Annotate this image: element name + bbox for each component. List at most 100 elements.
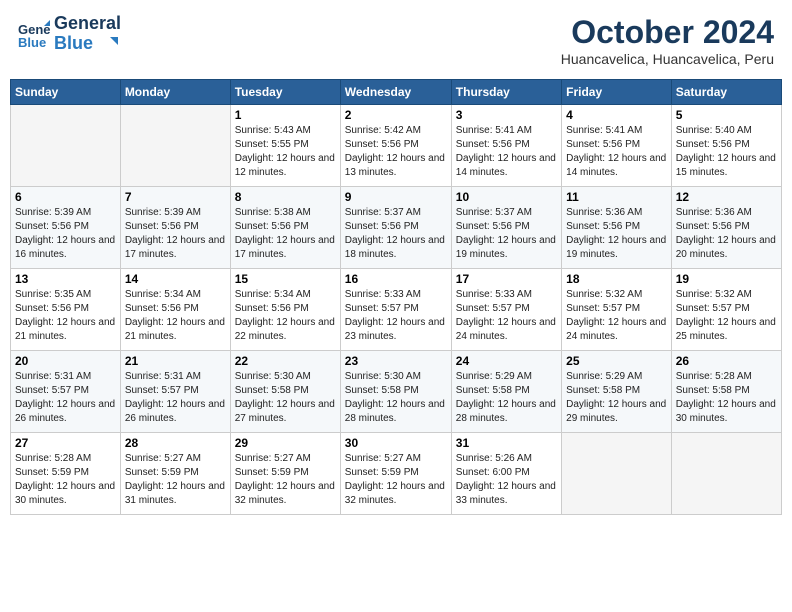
day-number: 23: [345, 354, 447, 368]
calendar-cell: 28 Sunrise: 5:27 AM Sunset: 5:59 PM Dayl…: [120, 433, 230, 515]
calendar-cell: 13 Sunrise: 5:35 AM Sunset: 5:56 PM Dayl…: [11, 269, 121, 351]
location-subtitle: Huancavelica, Huancavelica, Peru: [561, 51, 774, 67]
calendar-cell: 1 Sunrise: 5:43 AM Sunset: 5:55 PM Dayli…: [230, 105, 340, 187]
calendar-cell: 6 Sunrise: 5:39 AM Sunset: 5:56 PM Dayli…: [11, 187, 121, 269]
logo: General Blue General Blue: [18, 14, 121, 54]
day-info: Sunrise: 5:39 AM Sunset: 5:56 PM Dayligh…: [125, 207, 225, 260]
day-info: Sunrise: 5:41 AM Sunset: 5:56 PM Dayligh…: [456, 125, 556, 178]
calendar-cell: 11 Sunrise: 5:36 AM Sunset: 5:56 PM Dayl…: [562, 187, 672, 269]
weekday-header-wednesday: Wednesday: [340, 80, 451, 105]
day-info: Sunrise: 5:28 AM Sunset: 5:59 PM Dayligh…: [15, 453, 115, 506]
calendar-cell: 15 Sunrise: 5:34 AM Sunset: 5:56 PM Dayl…: [230, 269, 340, 351]
logo-blue: Blue: [54, 33, 93, 53]
weekday-header-sunday: Sunday: [11, 80, 121, 105]
day-info: Sunrise: 5:28 AM Sunset: 5:58 PM Dayligh…: [676, 371, 776, 424]
calendar-table: SundayMondayTuesdayWednesdayThursdayFrid…: [10, 79, 782, 515]
weekday-header-saturday: Saturday: [671, 80, 781, 105]
calendar-cell: 27 Sunrise: 5:28 AM Sunset: 5:59 PM Dayl…: [11, 433, 121, 515]
calendar-cell: 17 Sunrise: 5:33 AM Sunset: 5:57 PM Dayl…: [451, 269, 561, 351]
calendar-cell: 9 Sunrise: 5:37 AM Sunset: 5:56 PM Dayli…: [340, 187, 451, 269]
page-header: General Blue General Blue October 2024 H…: [10, 10, 782, 71]
day-info: Sunrise: 5:37 AM Sunset: 5:56 PM Dayligh…: [345, 207, 445, 260]
calendar-cell: 2 Sunrise: 5:42 AM Sunset: 5:56 PM Dayli…: [340, 105, 451, 187]
day-info: Sunrise: 5:32 AM Sunset: 5:57 PM Dayligh…: [676, 289, 776, 342]
calendar-cell: 26 Sunrise: 5:28 AM Sunset: 5:58 PM Dayl…: [671, 351, 781, 433]
day-info: Sunrise: 5:42 AM Sunset: 5:56 PM Dayligh…: [345, 125, 445, 178]
day-number: 11: [566, 190, 667, 204]
day-number: 1: [235, 108, 336, 122]
day-info: Sunrise: 5:31 AM Sunset: 5:57 PM Dayligh…: [125, 371, 225, 424]
calendar-cell: 25 Sunrise: 5:29 AM Sunset: 5:58 PM Dayl…: [562, 351, 672, 433]
calendar-cell: 18 Sunrise: 5:32 AM Sunset: 5:57 PM Dayl…: [562, 269, 672, 351]
day-number: 26: [676, 354, 777, 368]
calendar-cell: 21 Sunrise: 5:31 AM Sunset: 5:57 PM Dayl…: [120, 351, 230, 433]
calendar-cell: 7 Sunrise: 5:39 AM Sunset: 5:56 PM Dayli…: [120, 187, 230, 269]
weekday-header-friday: Friday: [562, 80, 672, 105]
day-info: Sunrise: 5:36 AM Sunset: 5:56 PM Dayligh…: [566, 207, 666, 260]
weekday-header-thursday: Thursday: [451, 80, 561, 105]
logo-wave-icon: [100, 35, 118, 53]
day-number: 15: [235, 272, 336, 286]
day-info: Sunrise: 5:34 AM Sunset: 5:56 PM Dayligh…: [235, 289, 335, 342]
calendar-cell: [11, 105, 121, 187]
calendar-cell: 22 Sunrise: 5:30 AM Sunset: 5:58 PM Dayl…: [230, 351, 340, 433]
calendar-week-row: 20 Sunrise: 5:31 AM Sunset: 5:57 PM Dayl…: [11, 351, 782, 433]
day-number: 30: [345, 436, 447, 450]
day-info: Sunrise: 5:37 AM Sunset: 5:56 PM Dayligh…: [456, 207, 556, 260]
day-number: 22: [235, 354, 336, 368]
day-info: Sunrise: 5:40 AM Sunset: 5:56 PM Dayligh…: [676, 125, 776, 178]
calendar-cell: 30 Sunrise: 5:27 AM Sunset: 5:59 PM Dayl…: [340, 433, 451, 515]
calendar-week-row: 27 Sunrise: 5:28 AM Sunset: 5:59 PM Dayl…: [11, 433, 782, 515]
day-number: 14: [125, 272, 226, 286]
day-number: 24: [456, 354, 557, 368]
day-number: 18: [566, 272, 667, 286]
day-number: 20: [15, 354, 116, 368]
day-number: 12: [676, 190, 777, 204]
day-number: 21: [125, 354, 226, 368]
calendar-cell: 4 Sunrise: 5:41 AM Sunset: 5:56 PM Dayli…: [562, 105, 672, 187]
day-number: 2: [345, 108, 447, 122]
day-info: Sunrise: 5:29 AM Sunset: 5:58 PM Dayligh…: [566, 371, 666, 424]
day-number: 17: [456, 272, 557, 286]
day-info: Sunrise: 5:29 AM Sunset: 5:58 PM Dayligh…: [456, 371, 556, 424]
calendar-cell: 3 Sunrise: 5:41 AM Sunset: 5:56 PM Dayli…: [451, 105, 561, 187]
day-number: 13: [15, 272, 116, 286]
day-number: 28: [125, 436, 226, 450]
day-info: Sunrise: 5:27 AM Sunset: 5:59 PM Dayligh…: [125, 453, 225, 506]
calendar-cell: 24 Sunrise: 5:29 AM Sunset: 5:58 PM Dayl…: [451, 351, 561, 433]
day-info: Sunrise: 5:38 AM Sunset: 5:56 PM Dayligh…: [235, 207, 335, 260]
day-number: 3: [456, 108, 557, 122]
day-number: 7: [125, 190, 226, 204]
day-number: 10: [456, 190, 557, 204]
day-info: Sunrise: 5:30 AM Sunset: 5:58 PM Dayligh…: [235, 371, 335, 424]
calendar-cell: 29 Sunrise: 5:27 AM Sunset: 5:59 PM Dayl…: [230, 433, 340, 515]
day-info: Sunrise: 5:34 AM Sunset: 5:56 PM Dayligh…: [125, 289, 225, 342]
day-number: 16: [345, 272, 447, 286]
day-info: Sunrise: 5:26 AM Sunset: 6:00 PM Dayligh…: [456, 453, 556, 506]
day-info: Sunrise: 5:33 AM Sunset: 5:57 PM Dayligh…: [456, 289, 556, 342]
svg-text:Blue: Blue: [18, 35, 46, 50]
calendar-cell: [671, 433, 781, 515]
day-number: 6: [15, 190, 116, 204]
calendar-week-row: 13 Sunrise: 5:35 AM Sunset: 5:56 PM Dayl…: [11, 269, 782, 351]
day-info: Sunrise: 5:43 AM Sunset: 5:55 PM Dayligh…: [235, 125, 335, 178]
day-info: Sunrise: 5:31 AM Sunset: 5:57 PM Dayligh…: [15, 371, 115, 424]
calendar-cell: 5 Sunrise: 5:40 AM Sunset: 5:56 PM Dayli…: [671, 105, 781, 187]
day-number: 4: [566, 108, 667, 122]
calendar-cell: 20 Sunrise: 5:31 AM Sunset: 5:57 PM Dayl…: [11, 351, 121, 433]
calendar-cell: 16 Sunrise: 5:33 AM Sunset: 5:57 PM Dayl…: [340, 269, 451, 351]
calendar-week-row: 6 Sunrise: 5:39 AM Sunset: 5:56 PM Dayli…: [11, 187, 782, 269]
day-info: Sunrise: 5:36 AM Sunset: 5:56 PM Dayligh…: [676, 207, 776, 260]
day-info: Sunrise: 5:27 AM Sunset: 5:59 PM Dayligh…: [345, 453, 445, 506]
day-number: 25: [566, 354, 667, 368]
calendar-cell: 8 Sunrise: 5:38 AM Sunset: 5:56 PM Dayli…: [230, 187, 340, 269]
day-info: Sunrise: 5:30 AM Sunset: 5:58 PM Dayligh…: [345, 371, 445, 424]
calendar-cell: 23 Sunrise: 5:30 AM Sunset: 5:58 PM Dayl…: [340, 351, 451, 433]
calendar-cell: [120, 105, 230, 187]
weekday-header-row: SundayMondayTuesdayWednesdayThursdayFrid…: [11, 80, 782, 105]
day-info: Sunrise: 5:27 AM Sunset: 5:59 PM Dayligh…: [235, 453, 335, 506]
calendar-cell: 10 Sunrise: 5:37 AM Sunset: 5:56 PM Dayl…: [451, 187, 561, 269]
day-number: 31: [456, 436, 557, 450]
logo-general: General: [54, 13, 121, 33]
day-number: 19: [676, 272, 777, 286]
